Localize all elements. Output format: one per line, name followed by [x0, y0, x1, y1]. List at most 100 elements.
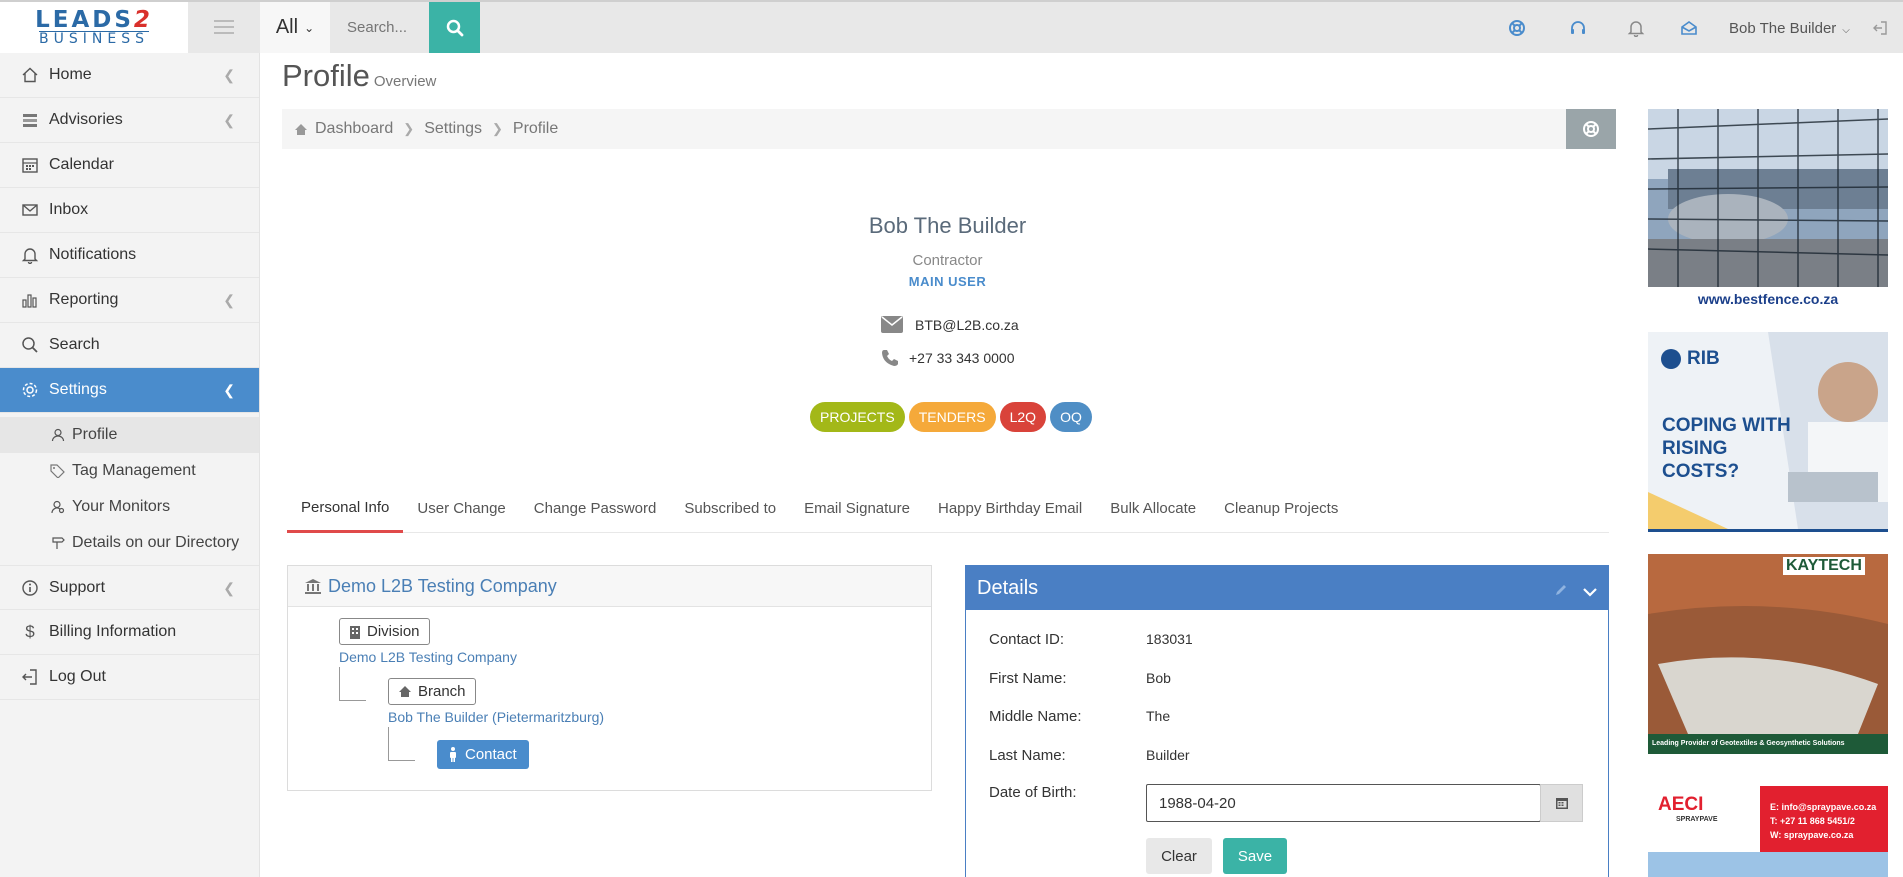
- breadcrumb-settings[interactable]: Settings: [424, 120, 482, 138]
- branch-button[interactable]: Branch: [388, 678, 476, 705]
- chevron-down-icon[interactable]: [1582, 581, 1598, 604]
- user-search-icon: [50, 499, 66, 515]
- profile-email-line: BTB@L2B.co.za: [881, 316, 1019, 333]
- save-button[interactable]: Save: [1223, 838, 1287, 874]
- phone-icon: [881, 349, 899, 367]
- lifebuoy-icon: [1583, 121, 1599, 137]
- tab-happy-birthday-email[interactable]: Happy Birthday Email: [924, 484, 1096, 533]
- first-name-value: Bob: [1146, 670, 1171, 686]
- ad-aeci-image: [1648, 776, 1888, 877]
- advisories-icon: [20, 110, 40, 130]
- search-scope-select[interactable]: All ⌄: [260, 2, 330, 53]
- chevron-left-icon: ❮: [223, 580, 235, 596]
- building-icon: [349, 625, 361, 639]
- sidebar-item-label: Calendar: [49, 156, 114, 173]
- division-button[interactable]: Division: [339, 618, 430, 645]
- tab-cleanup-projects[interactable]: Cleanup Projects: [1210, 484, 1352, 533]
- ad-rib-headline: COPING WITH RISING COSTS?: [1662, 415, 1791, 482]
- middle-name-label: Middle Name:: [989, 708, 1082, 725]
- dob-label: Date of Birth:: [989, 784, 1077, 801]
- sidebar-item-label: Home: [49, 66, 92, 83]
- badge-l2q: L2Q: [999, 402, 1047, 432]
- tab-change-password[interactable]: Change Password: [520, 484, 671, 533]
- ad-aeci-sub: SPRAYPAVE: [1676, 816, 1718, 823]
- logo[interactable]: LEADS2 BUSINESS: [0, 2, 188, 53]
- contact-button[interactable]: Contact: [437, 740, 529, 769]
- clear-button[interactable]: Clear: [1146, 838, 1212, 874]
- logout-icon[interactable]: [1870, 18, 1890, 38]
- envelope-open-icon[interactable]: [1679, 18, 1699, 38]
- sidebar-item-logout[interactable]: Log Out: [0, 655, 259, 700]
- sidebar-item-advisories[interactable]: Advisories ❮: [0, 98, 259, 143]
- tab-user-change[interactable]: User Change: [403, 484, 519, 533]
- sidebar-subitem-your-monitors[interactable]: Your Monitors: [0, 489, 259, 525]
- gear-icon: [20, 380, 40, 400]
- ad-kaytech-image: [1648, 554, 1888, 754]
- search-icon: [20, 335, 40, 355]
- profile-tabs: Personal Info User Change Change Passwor…: [287, 484, 1609, 533]
- chevron-left-icon: ❮: [223, 112, 235, 128]
- dob-input[interactable]: [1146, 784, 1541, 822]
- badge-oq: OQ: [1050, 402, 1092, 432]
- sidebar-subitem-profile[interactable]: Profile: [0, 417, 259, 453]
- sidebar-item-label: Log Out: [49, 668, 106, 685]
- sidebar-subitem-label: Profile: [72, 426, 118, 443]
- sidebar-subitem-tag-management[interactable]: Tag Management: [0, 453, 259, 489]
- chevron-left-icon: ❮: [223, 67, 235, 83]
- contact-id-value: 183031: [1146, 631, 1193, 647]
- division-name[interactable]: Demo L2B Testing Company: [339, 649, 517, 665]
- tab-personal-info[interactable]: Personal Info: [287, 484, 404, 533]
- ad-bestfence-image: [1648, 109, 1888, 287]
- ad-kaytech-brand: KAYTECH: [1783, 557, 1865, 575]
- tab-subscribed-to[interactable]: Subscribed to: [670, 484, 790, 533]
- ad-bestfence[interactable]: www.bestfence.co.za: [1648, 109, 1888, 310]
- breadcrumb-dashboard[interactable]: Dashboard: [315, 120, 393, 138]
- hamburger-menu-icon[interactable]: [214, 20, 234, 34]
- branch-label: Branch: [418, 683, 466, 700]
- ad-kaytech-caption: Leading Provider of Geotextiles & Geosyn…: [1652, 740, 1845, 747]
- chevron-left-icon: ❮: [223, 292, 235, 308]
- sidebar-item-calendar[interactable]: Calendar: [0, 143, 259, 188]
- date-picker-button[interactable]: [1540, 784, 1583, 822]
- sidebar-subitem-directory-details[interactable]: Details on our Directory: [0, 525, 259, 561]
- search-input[interactable]: [330, 2, 430, 53]
- last-name-value: Builder: [1146, 747, 1190, 763]
- pencil-icon[interactable]: [1554, 580, 1568, 603]
- bell-icon[interactable]: [1626, 18, 1646, 38]
- headset-icon[interactable]: [1568, 18, 1588, 38]
- company-name[interactable]: Demo L2B Testing Company: [328, 576, 557, 597]
- home-icon: [398, 685, 412, 698]
- tab-bulk-allocate[interactable]: Bulk Allocate: [1096, 484, 1210, 533]
- contact-label: Contact: [465, 746, 517, 763]
- ad-kaytech[interactable]: KAYTECH Leading Provider of Geotextiles …: [1648, 554, 1888, 754]
- sidebar-item-label: Search: [49, 336, 100, 353]
- profile-email[interactable]: BTB@L2B.co.za: [915, 317, 1019, 333]
- user-icon: [50, 427, 66, 443]
- middle-name-value: The: [1146, 708, 1171, 724]
- support-lifebuoy-icon[interactable]: [1507, 18, 1527, 38]
- ad-aeci-spraypave[interactable]: AECI SPRAYPAVE E: info@spraypave.co.za T…: [1648, 776, 1888, 877]
- envelope-icon: [881, 316, 903, 333]
- sidebar-item-billing[interactable]: $ Billing Information: [0, 610, 259, 655]
- ad-bestfence-url: www.bestfence.co.za: [1697, 291, 1839, 307]
- tab-email-signature[interactable]: Email Signature: [790, 484, 924, 533]
- dollar-icon: $: [25, 622, 35, 641]
- search-icon: [446, 19, 463, 36]
- ad-rib[interactable]: RIB COPING WITH RISING COSTS?: [1648, 332, 1888, 532]
- bank-icon: [304, 578, 322, 594]
- sidebar-item-search[interactable]: Search: [0, 323, 259, 368]
- bar-chart-icon: [20, 290, 40, 310]
- help-button[interactable]: [1566, 109, 1616, 149]
- search-button[interactable]: [429, 2, 480, 53]
- user-menu[interactable]: Bob The Builder ⌵: [1729, 20, 1850, 37]
- sidebar-item-home[interactable]: Home ❮: [0, 53, 259, 98]
- info-icon: [20, 578, 40, 598]
- branch-name[interactable]: Bob The Builder (Pietermaritzburg): [388, 709, 604, 725]
- chevron-down-icon: ⌄: [304, 20, 315, 35]
- sidebar-item-settings[interactable]: Settings ❮: [0, 368, 259, 413]
- profile-user-type: MAIN USER: [908, 274, 987, 289]
- profile-name: Bob The Builder: [868, 213, 1027, 238]
- page-subtitle: Overview: [373, 73, 437, 90]
- sidebar-item-support[interactable]: Support ❮: [0, 565, 259, 610]
- profile-phone-line: +27 33 343 0000: [881, 349, 1015, 367]
